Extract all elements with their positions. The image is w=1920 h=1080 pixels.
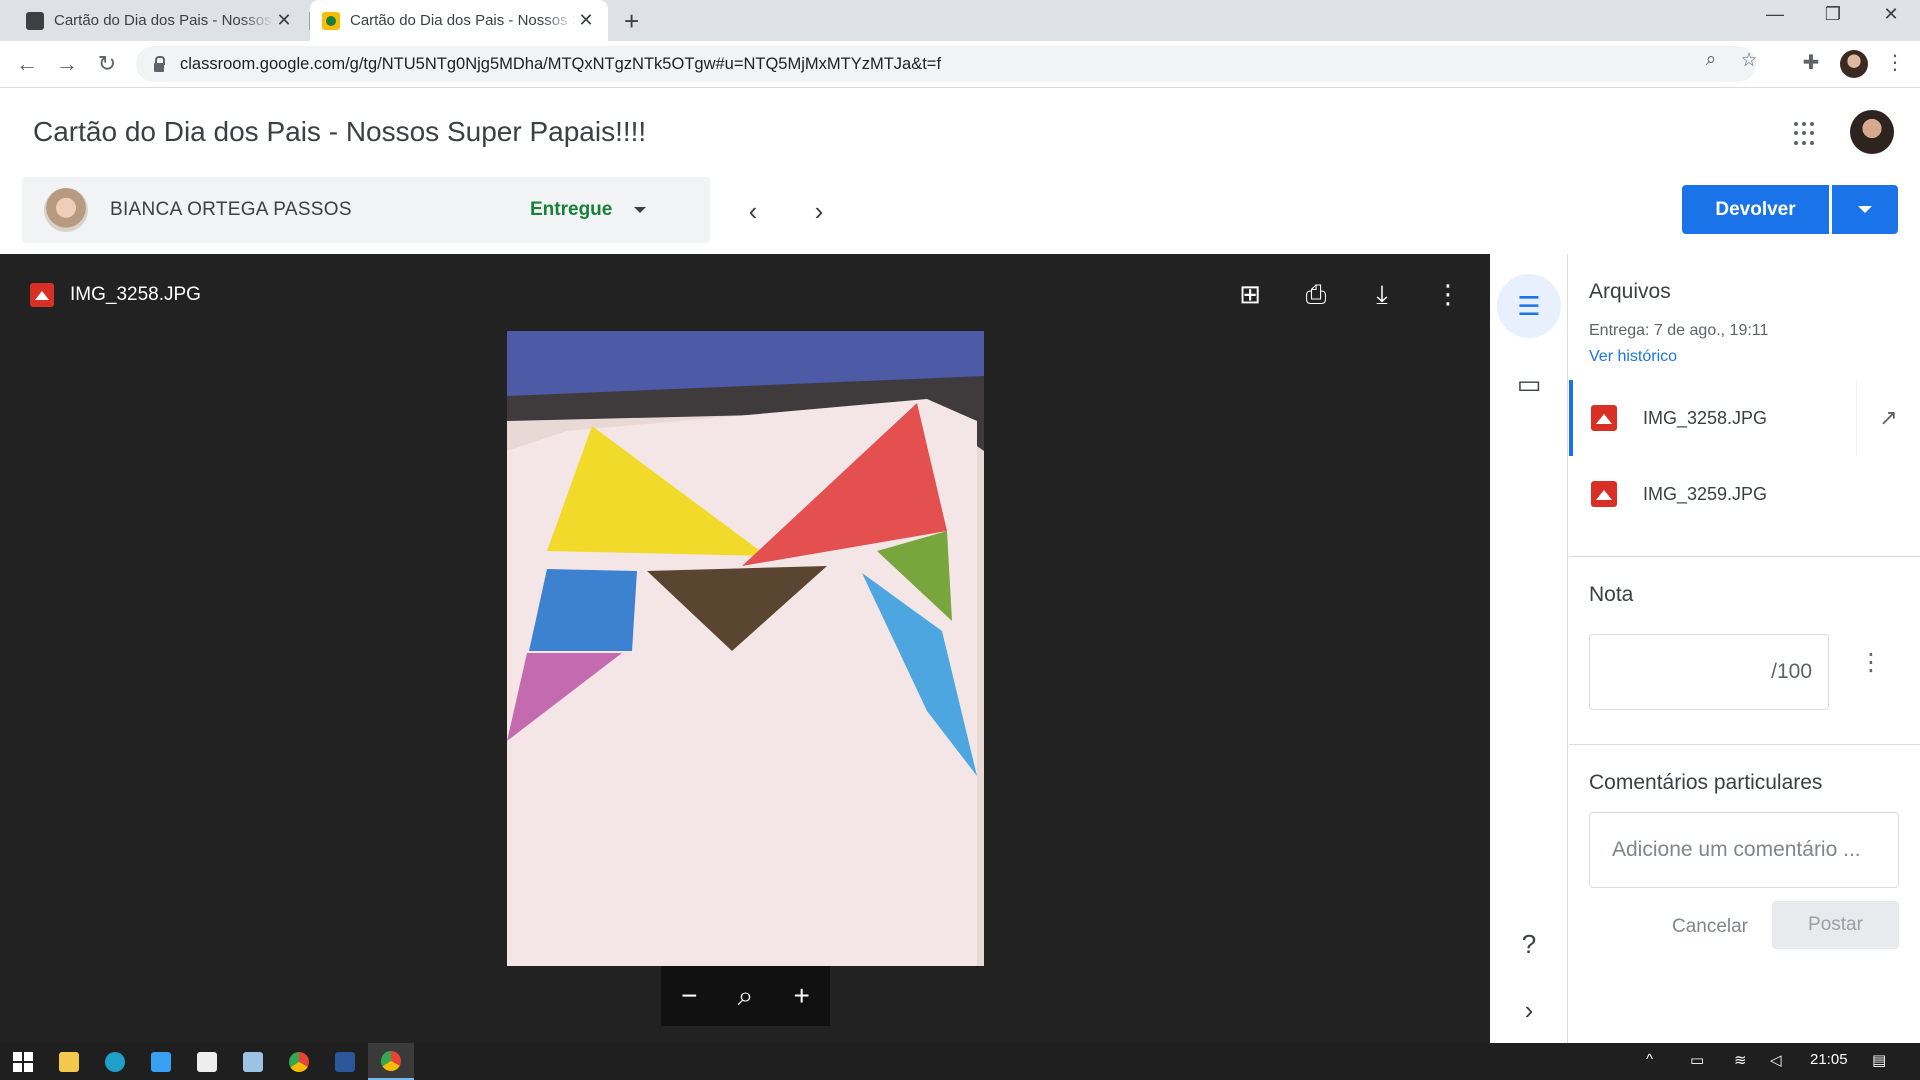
forward-icon[interactable]: → [52,49,82,79]
browser-profile-avatar[interactable] [1840,50,1868,78]
download-icon[interactable]: ⤓ [1364,276,1400,312]
grade-input[interactable]: /100 [1589,634,1829,710]
help-icon[interactable]: ? [1497,912,1561,976]
start-icon[interactable] [0,1043,46,1080]
open-in-new-icon[interactable]: ↗ [1856,380,1920,456]
reload-icon[interactable]: ↻ [92,49,122,79]
print-icon[interactable]: ⎙ [1298,276,1334,312]
comments-icon[interactable]: ▭ [1497,352,1561,416]
battery-icon[interactable]: ▭ [1690,1051,1704,1069]
chrome-icon[interactable] [276,1043,322,1080]
star-icon[interactable]: ☆ [1734,49,1764,72]
word-icon[interactable] [322,1043,368,1080]
store-icon[interactable] [184,1043,230,1080]
address-bar[interactable]: classroom.google.com/g/tg/NTU5NTg0Njg5MD… [136,46,1758,82]
volume-icon[interactable]: ◁ [1770,1051,1782,1069]
file-name: IMG_3259.JPG [1643,483,1768,504]
file-item[interactable]: IMG_3259.JPG [1569,456,1920,532]
file-explorer-icon[interactable] [46,1043,92,1080]
lock-icon [154,55,165,72]
image-file-icon [1591,481,1617,507]
cancel-button[interactable]: Cancelar [1645,904,1775,950]
tray-chevron-icon[interactable]: ^ [1646,1051,1653,1068]
edge-icon[interactable] [92,1043,138,1080]
more-vert-icon[interactable]: ⋮ [1430,276,1466,312]
browser-tab-1[interactable]: Cartão do Dia dos Pais - Nossos Super Pa… [14,0,306,41]
files-heading: Arquivos [1589,280,1671,303]
browser-toolbar: ← → ↻ classroom.google.com/g/tg/NTU5NTg0… [0,41,1920,88]
divider [1569,556,1920,557]
more-vert-icon[interactable]: ⋮ [1859,651,1883,675]
history-link[interactable]: Ver histórico [1589,348,1677,366]
student-name: BIANCA ORTEGA PASSOS [110,199,352,220]
restore-icon[interactable]: ❐ [1818,4,1848,25]
private-comment-input[interactable]: Adicione um comentário ... [1589,812,1899,888]
page-title: Cartão do Dia dos Pais - Nossos Super Pa… [33,116,647,147]
browser-tab-2[interactable]: Cartão do Dia dos Pais - Nossos Super Pa… [310,0,608,41]
classroom-favicon-icon [26,11,44,30]
chevron-right-icon[interactable]: › [804,196,834,227]
browser-tabstrip: Cartão do Dia dos Pais - Nossos Super Pa… [0,0,1920,41]
submission-details-icon[interactable]: ☰ [1497,274,1561,338]
extensions-icon[interactable]: ✚ [1796,50,1826,75]
tab-title: Cartão do Dia dos Pais - Nossos Super Pa… [54,12,274,29]
os-taskbar: ^ ▭ ≋ ◁ 21:05 ▤ [0,1043,1920,1080]
tangram-drawing [507,331,984,966]
student-avatar [44,188,88,232]
side-rail: ☰ ▭ ? › [1490,254,1568,1043]
file-item[interactable]: IMG_3258.JPG ↗ [1569,380,1920,456]
zoom-in-icon[interactable]: + [794,980,810,1012]
close-tab-icon[interactable]: ✕ [576,10,596,31]
image-file-icon [30,283,54,307]
tab-title: Cartão do Dia dos Pais - Nossos Super Pa… [350,12,576,29]
viewer-filename: IMG_3258.JPG [70,284,201,305]
submission-panel: Arquivos Entrega: 7 de ago., 19:11 Ver h… [1569,254,1920,1043]
account-avatar[interactable] [1850,110,1894,154]
submitted-photo [507,331,984,966]
close-window-icon[interactable]: ✕ [1876,4,1906,25]
minimize-icon[interactable]: — [1760,4,1790,25]
file-viewer: IMG_3258.JPG ⊞ ⎙ ⤓ ⋮ − ⌕ + [0,254,1490,1043]
mail-icon[interactable] [138,1043,184,1080]
app-icon[interactable] [230,1043,276,1080]
return-button[interactable]: Devolver [1682,185,1829,234]
add-comment-icon[interactable]: ⊞ [1232,276,1268,312]
browser-menu-icon[interactable]: ⋮ [1880,50,1910,75]
zoom-reset-icon[interactable]: ⌕ [738,980,754,1013]
classroom-favicon-icon [322,11,340,30]
return-options-dropdown[interactable] [1832,185,1898,234]
zoom-icon[interactable]: ⌕ [1696,49,1726,71]
wifi-icon[interactable]: ≋ [1734,1051,1747,1069]
apps-grid-icon[interactable] [1794,122,1818,146]
zoom-controls: − ⌕ + [661,966,830,1026]
submitted-date: Entrega: 7 de ago., 19:11 [1589,322,1769,339]
image-file-icon [1591,405,1617,431]
student-selector[interactable]: BIANCA ORTEGA PASSOS Entregue [22,177,710,243]
collapse-icon[interactable]: › [1497,978,1561,1042]
post-button[interactable]: Postar [1772,901,1899,949]
comments-heading: Comentários particulares [1589,771,1823,794]
notifications-icon[interactable]: ▤ [1872,1051,1886,1069]
submission-status: Entregue [530,199,613,220]
url-text: classroom.google.com/g/tg/NTU5NTg0Njg5MD… [180,54,942,73]
file-name: IMG_3258.JPG [1643,407,1768,428]
clock[interactable]: 21:05 [1810,1051,1848,1068]
close-tab-icon[interactable]: ✕ [274,10,294,31]
divider [1569,744,1920,745]
grade-heading: Nota [1589,583,1634,606]
grade-max: /100 [1771,660,1812,683]
chrome-active-icon[interactable] [368,1043,414,1080]
chevron-left-icon[interactable]: ‹ [738,196,768,227]
back-icon[interactable]: ← [12,49,42,79]
zoom-out-icon[interactable]: − [681,980,697,1012]
new-tab-icon[interactable]: + [624,6,639,37]
chevron-down-icon[interactable] [634,207,647,213]
